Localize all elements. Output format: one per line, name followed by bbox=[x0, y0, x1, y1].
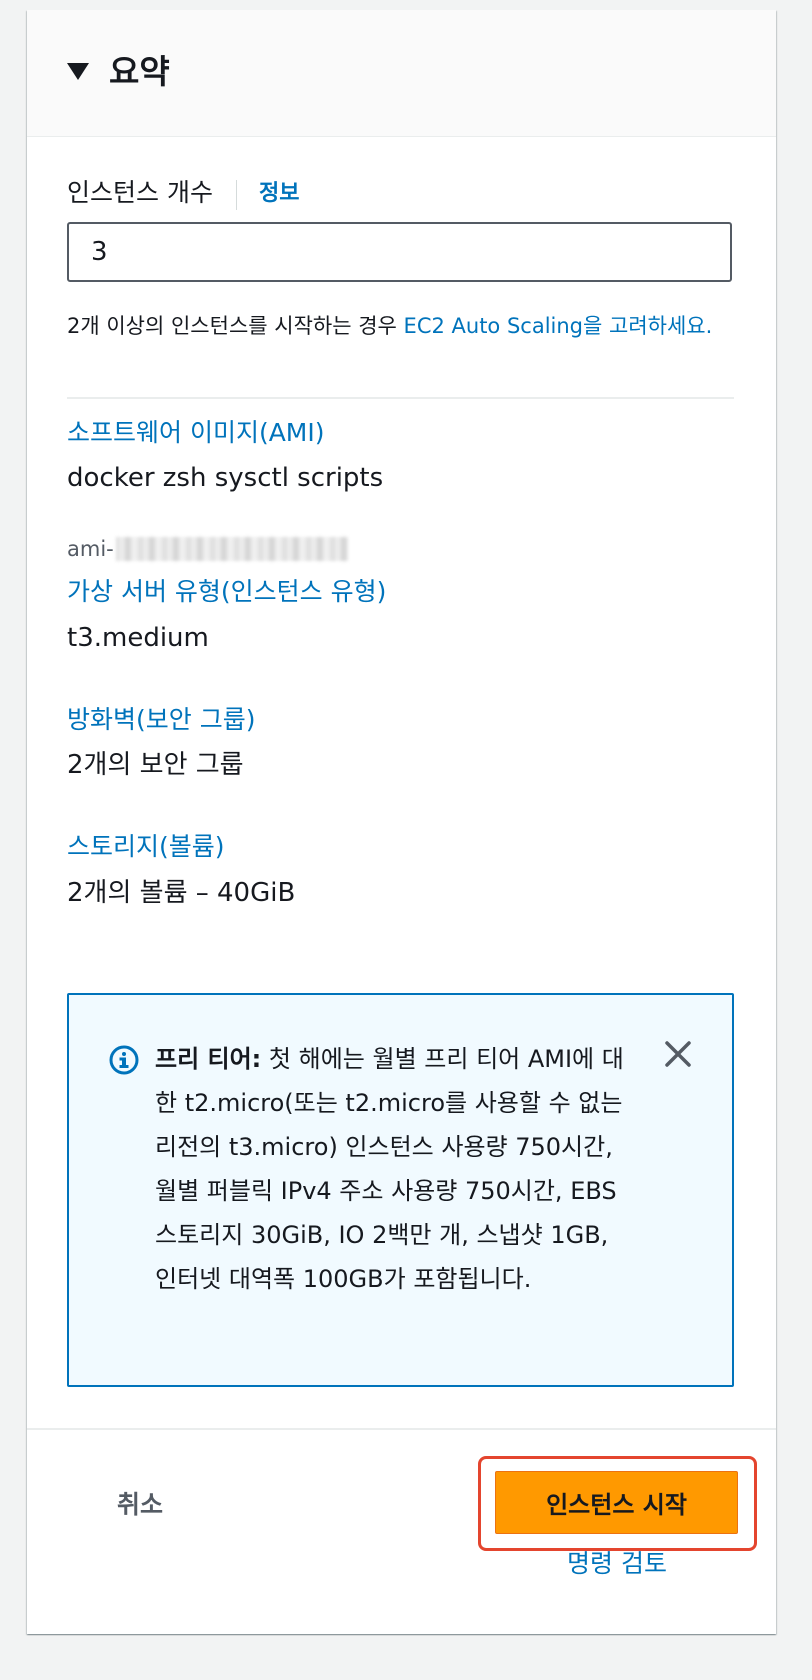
info-link[interactable]: 정보 bbox=[259, 178, 299, 210]
auto-scaling-link[interactable]: EC2 Auto Scaling을 고려하세요. bbox=[404, 314, 713, 338]
security-group-link[interactable]: 방화벽(보안 그룹) bbox=[67, 703, 255, 737]
instance-count-input[interactable] bbox=[67, 222, 732, 282]
summary-header[interactable]: 요약 bbox=[27, 10, 776, 137]
storage-link[interactable]: 스토리지(볼륨) bbox=[67, 830, 225, 864]
footer-divider bbox=[27, 1428, 776, 1430]
close-icon[interactable] bbox=[663, 1039, 693, 1069]
cancel-button[interactable]: 취소 bbox=[85, 1480, 195, 1526]
instance-type-value: t3.medium bbox=[67, 623, 209, 653]
label-divider bbox=[236, 180, 237, 210]
summary-panel: 요약 인스턴스 개수 정보 2개 이상의 인스턴스를 시작하는 경우 EC2 A… bbox=[27, 10, 776, 1634]
instance-count-label: 인스턴스 개수 bbox=[67, 178, 213, 207]
caret-down-icon[interactable] bbox=[67, 63, 89, 80]
free-tier-message: 프리 티어: 첫 해에는 월별 프리 티어 AMI에 대한 t2.micro(또… bbox=[155, 1037, 625, 1301]
divider bbox=[67, 397, 734, 399]
summary-title: 요약 bbox=[109, 52, 170, 91]
auto-scaling-hint-text: 2개 이상의 인스턴스를 시작하는 경우 bbox=[67, 314, 404, 338]
free-tier-body: 첫 해에는 월별 프리 티어 AMI에 대한 t2.micro(또는 t2.mi… bbox=[155, 1045, 624, 1293]
ami-link[interactable]: 소프트웨어 이미지(AMI) bbox=[67, 416, 325, 450]
redacted-ami-id bbox=[115, 537, 348, 561]
ami-id: ami- bbox=[67, 534, 348, 564]
free-tier-title: 프리 티어: bbox=[155, 1045, 262, 1073]
auto-scaling-hint: 2개 이상의 인스턴스를 시작하는 경우 EC2 Auto Scaling을 고… bbox=[67, 310, 737, 342]
ami-name: docker zsh sysctl scripts bbox=[67, 463, 384, 493]
ami-id-prefix: ami- bbox=[67, 537, 114, 561]
free-tier-alert: 프리 티어: 첫 해에는 월별 프리 티어 AMI에 대한 t2.micro(또… bbox=[67, 993, 734, 1387]
storage-value: 2개의 볼륨 – 40GiB bbox=[67, 878, 296, 908]
security-group-value: 2개의 보안 그룹 bbox=[67, 750, 244, 780]
instance-type-link[interactable]: 가상 서버 유형(인스턴스 유형) bbox=[67, 575, 386, 609]
launch-instance-button[interactable]: 인스턴스 시작 bbox=[495, 1471, 738, 1534]
review-commands-link[interactable]: 명령 검토 bbox=[507, 1547, 727, 1581]
info-circle-icon bbox=[109, 1045, 139, 1075]
